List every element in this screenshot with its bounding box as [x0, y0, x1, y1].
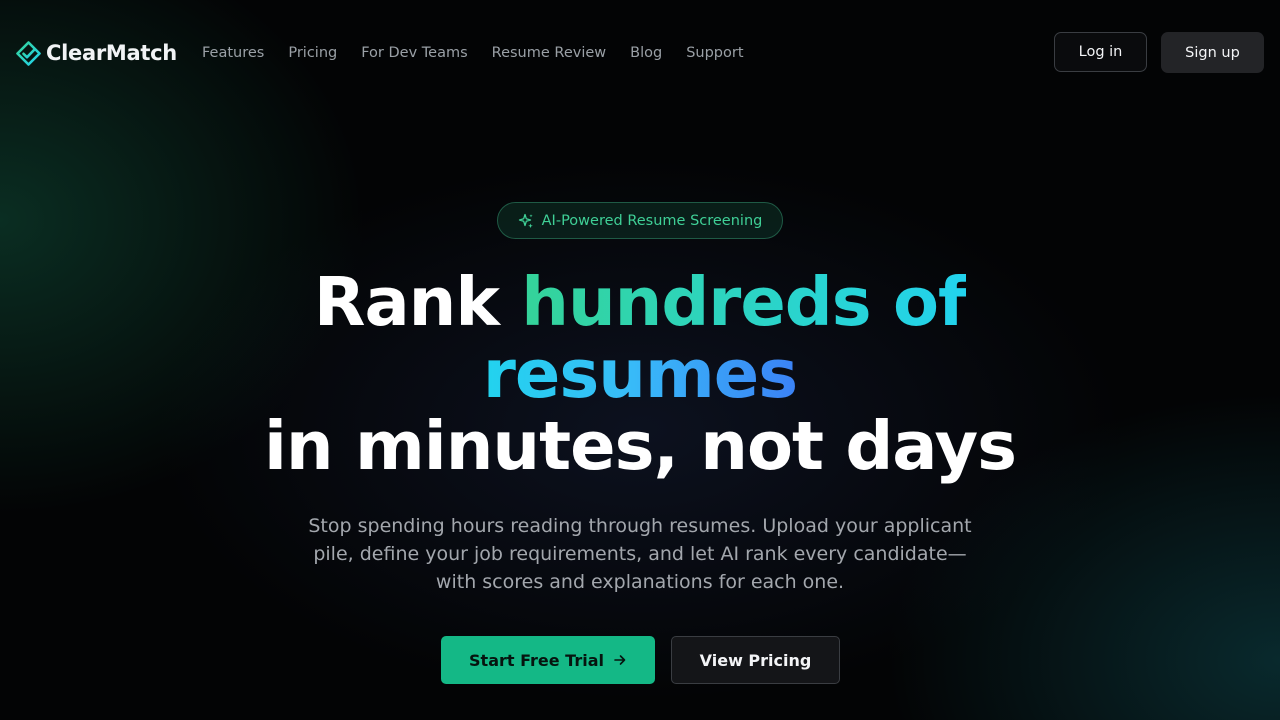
nav-link-features[interactable]: Features [202, 45, 264, 61]
hero-headline: Rank hundreds of resumes in minutes, not… [0, 266, 1280, 482]
top-navigation: ClearMatch Features Pricing For Dev Team… [0, 0, 1280, 106]
clearmatch-logo-icon [16, 40, 41, 66]
signup-button[interactable]: Sign up [1161, 32, 1264, 73]
headline-text-rank: Rank [313, 263, 522, 341]
start-free-trial-button[interactable]: Start Free Trial [441, 636, 655, 684]
badge-text: AI-Powered Resume Screening [541, 212, 763, 229]
nav-links: Features Pricing For Dev Teams Resume Re… [202, 43, 768, 63]
view-pricing-button[interactable]: View Pricing [671, 636, 840, 684]
logo[interactable]: ClearMatch [16, 38, 177, 68]
headline-line-2: resumes [0, 338, 1280, 410]
nav-link-resume-review[interactable]: Resume Review [492, 45, 606, 61]
landing-page: ClearMatch Features Pricing For Dev Team… [0, 0, 1280, 720]
hero-subtext: Stop spending hours reading through resu… [308, 515, 972, 593]
nav-link-support[interactable]: Support [686, 45, 743, 61]
view-pricing-label: View Pricing [699, 650, 812, 670]
headline-highlight-resumes: resumes [482, 335, 798, 413]
nav-link-blog[interactable]: Blog [630, 45, 662, 61]
sparkles-icon [518, 213, 533, 228]
login-button[interactable]: Log in [1054, 32, 1147, 72]
logo-text: ClearMatch [46, 41, 177, 65]
nav-link-dev-teams[interactable]: For Dev Teams [361, 45, 467, 61]
start-free-trial-label: Start Free Trial [469, 650, 604, 670]
arrow-right-icon [614, 655, 626, 665]
headline-highlight-hundreds: hundreds of [521, 263, 967, 341]
feature-badge: AI-Powered Resume Screening [497, 202, 783, 239]
headline-line-1: Rank hundreds of [0, 266, 1280, 338]
nav-link-pricing[interactable]: Pricing [288, 45, 337, 61]
headline-line-3: in minutes, not days [263, 407, 1017, 485]
